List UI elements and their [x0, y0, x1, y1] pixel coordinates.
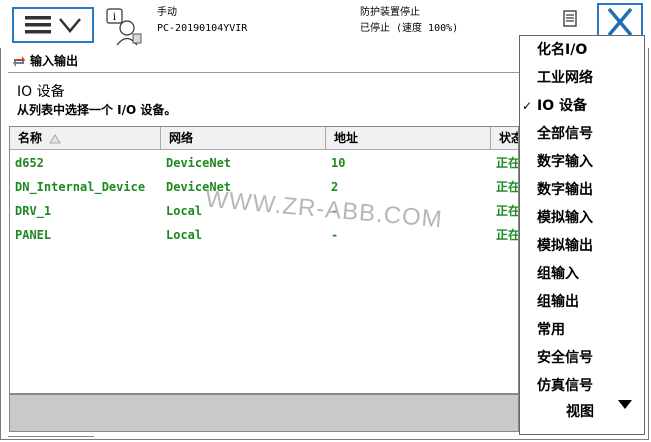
io-arrows-icon — [13, 55, 25, 67]
close-icon — [607, 7, 633, 37]
column-header-address[interactable]: 地址 — [326, 127, 491, 149]
breadcrumb[interactable]: 输入输出 — [12, 52, 78, 69]
footer-tab — [8, 436, 94, 441]
breadcrumb-label: 输入输出 — [30, 54, 79, 68]
menu-item-all-signals[interactable]: 全部信号 — [520, 120, 644, 148]
cell-status: 正在运行 — [496, 204, 519, 218]
command-bar — [9, 394, 519, 432]
menu-item-digital-output[interactable]: 数字输出 — [520, 176, 644, 204]
task-icon[interactable] — [563, 10, 579, 28]
cell-name: DRV_1 — [15, 204, 52, 218]
menu-item-analog-input[interactable]: 模拟输入 — [520, 204, 644, 232]
menu-item-io-devices[interactable]: ✓ IO 设备 — [520, 92, 644, 120]
triangle-down-icon — [618, 400, 632, 409]
menu-item-common[interactable]: 常用 — [520, 316, 644, 344]
cell-name: d652 — [15, 156, 44, 170]
page-subtitle: 从列表中选择一个 I/O 设备。 — [17, 103, 177, 117]
cell-network: DeviceNet — [166, 156, 232, 170]
cell-name: PANEL — [15, 228, 52, 242]
run-status: 已停止 (速度 100%) — [360, 23, 459, 34]
cell-address: 2 — [331, 180, 339, 194]
menu-item-analog-output[interactable]: 模拟输出 — [520, 232, 644, 260]
view-button[interactable]: 视图 — [520, 392, 644, 432]
view-dropdown-menu: 化名I/O 工业网络 ✓ IO 设备 全部信号 数字输入 数字输出 模拟输入 模… — [519, 35, 645, 435]
device-table: 名称 网络 地址 状态 d652 DeviceNet 10 正在运行 DN_In… — [9, 126, 519, 394]
column-header-network[interactable]: 网络 — [161, 127, 326, 149]
table-row[interactable]: d652 DeviceNet 10 正在运行 — [10, 151, 518, 175]
svg-text:i: i — [113, 12, 116, 23]
controller-name: PC-20190104YVIR — [157, 23, 248, 34]
menu-item-group-output[interactable]: 组输出 — [520, 288, 644, 316]
menu-item-safety-signals[interactable]: 安全信号 — [520, 344, 644, 372]
check-icon: ✓ — [522, 99, 533, 113]
cell-network: Local — [166, 228, 203, 242]
cell-name: DN_Internal_Device — [15, 180, 146, 194]
robot-operator-icon[interactable]: i — [105, 8, 143, 46]
menu-item-group-input[interactable]: 组输入 — [520, 260, 644, 288]
hamburger-icon — [25, 16, 51, 34]
chevron-down-icon — [59, 18, 81, 33]
cell-status: 正在运行 — [496, 156, 519, 170]
column-header-name[interactable]: 名称 — [10, 127, 161, 149]
sort-ascending-icon — [49, 133, 61, 143]
cell-address: 10 — [331, 156, 346, 170]
page-title: IO 设备 — [17, 84, 65, 100]
status-left: 手动 PC-20190104YVIR — [157, 5, 247, 37]
safety-status: 防护装置停止 — [360, 7, 420, 18]
column-header-status[interactable]: 状态 — [491, 127, 518, 149]
cell-status: 正在运行 — [496, 228, 519, 242]
status-right: 防护装置停止 已停止 (速度 100%) — [360, 5, 458, 37]
table-header: 名称 网络 地址 状态 — [10, 127, 518, 150]
menu-item-digital-input[interactable]: 数字输入 — [520, 148, 644, 176]
menu-item-alias-io[interactable]: 化名I/O — [520, 36, 644, 64]
main-menu-button[interactable] — [12, 7, 94, 43]
menu-item-industrial-network[interactable]: 工业网络 — [520, 64, 644, 92]
operation-mode: 手动 — [157, 7, 177, 18]
cell-status: 正在运行 — [496, 180, 519, 194]
